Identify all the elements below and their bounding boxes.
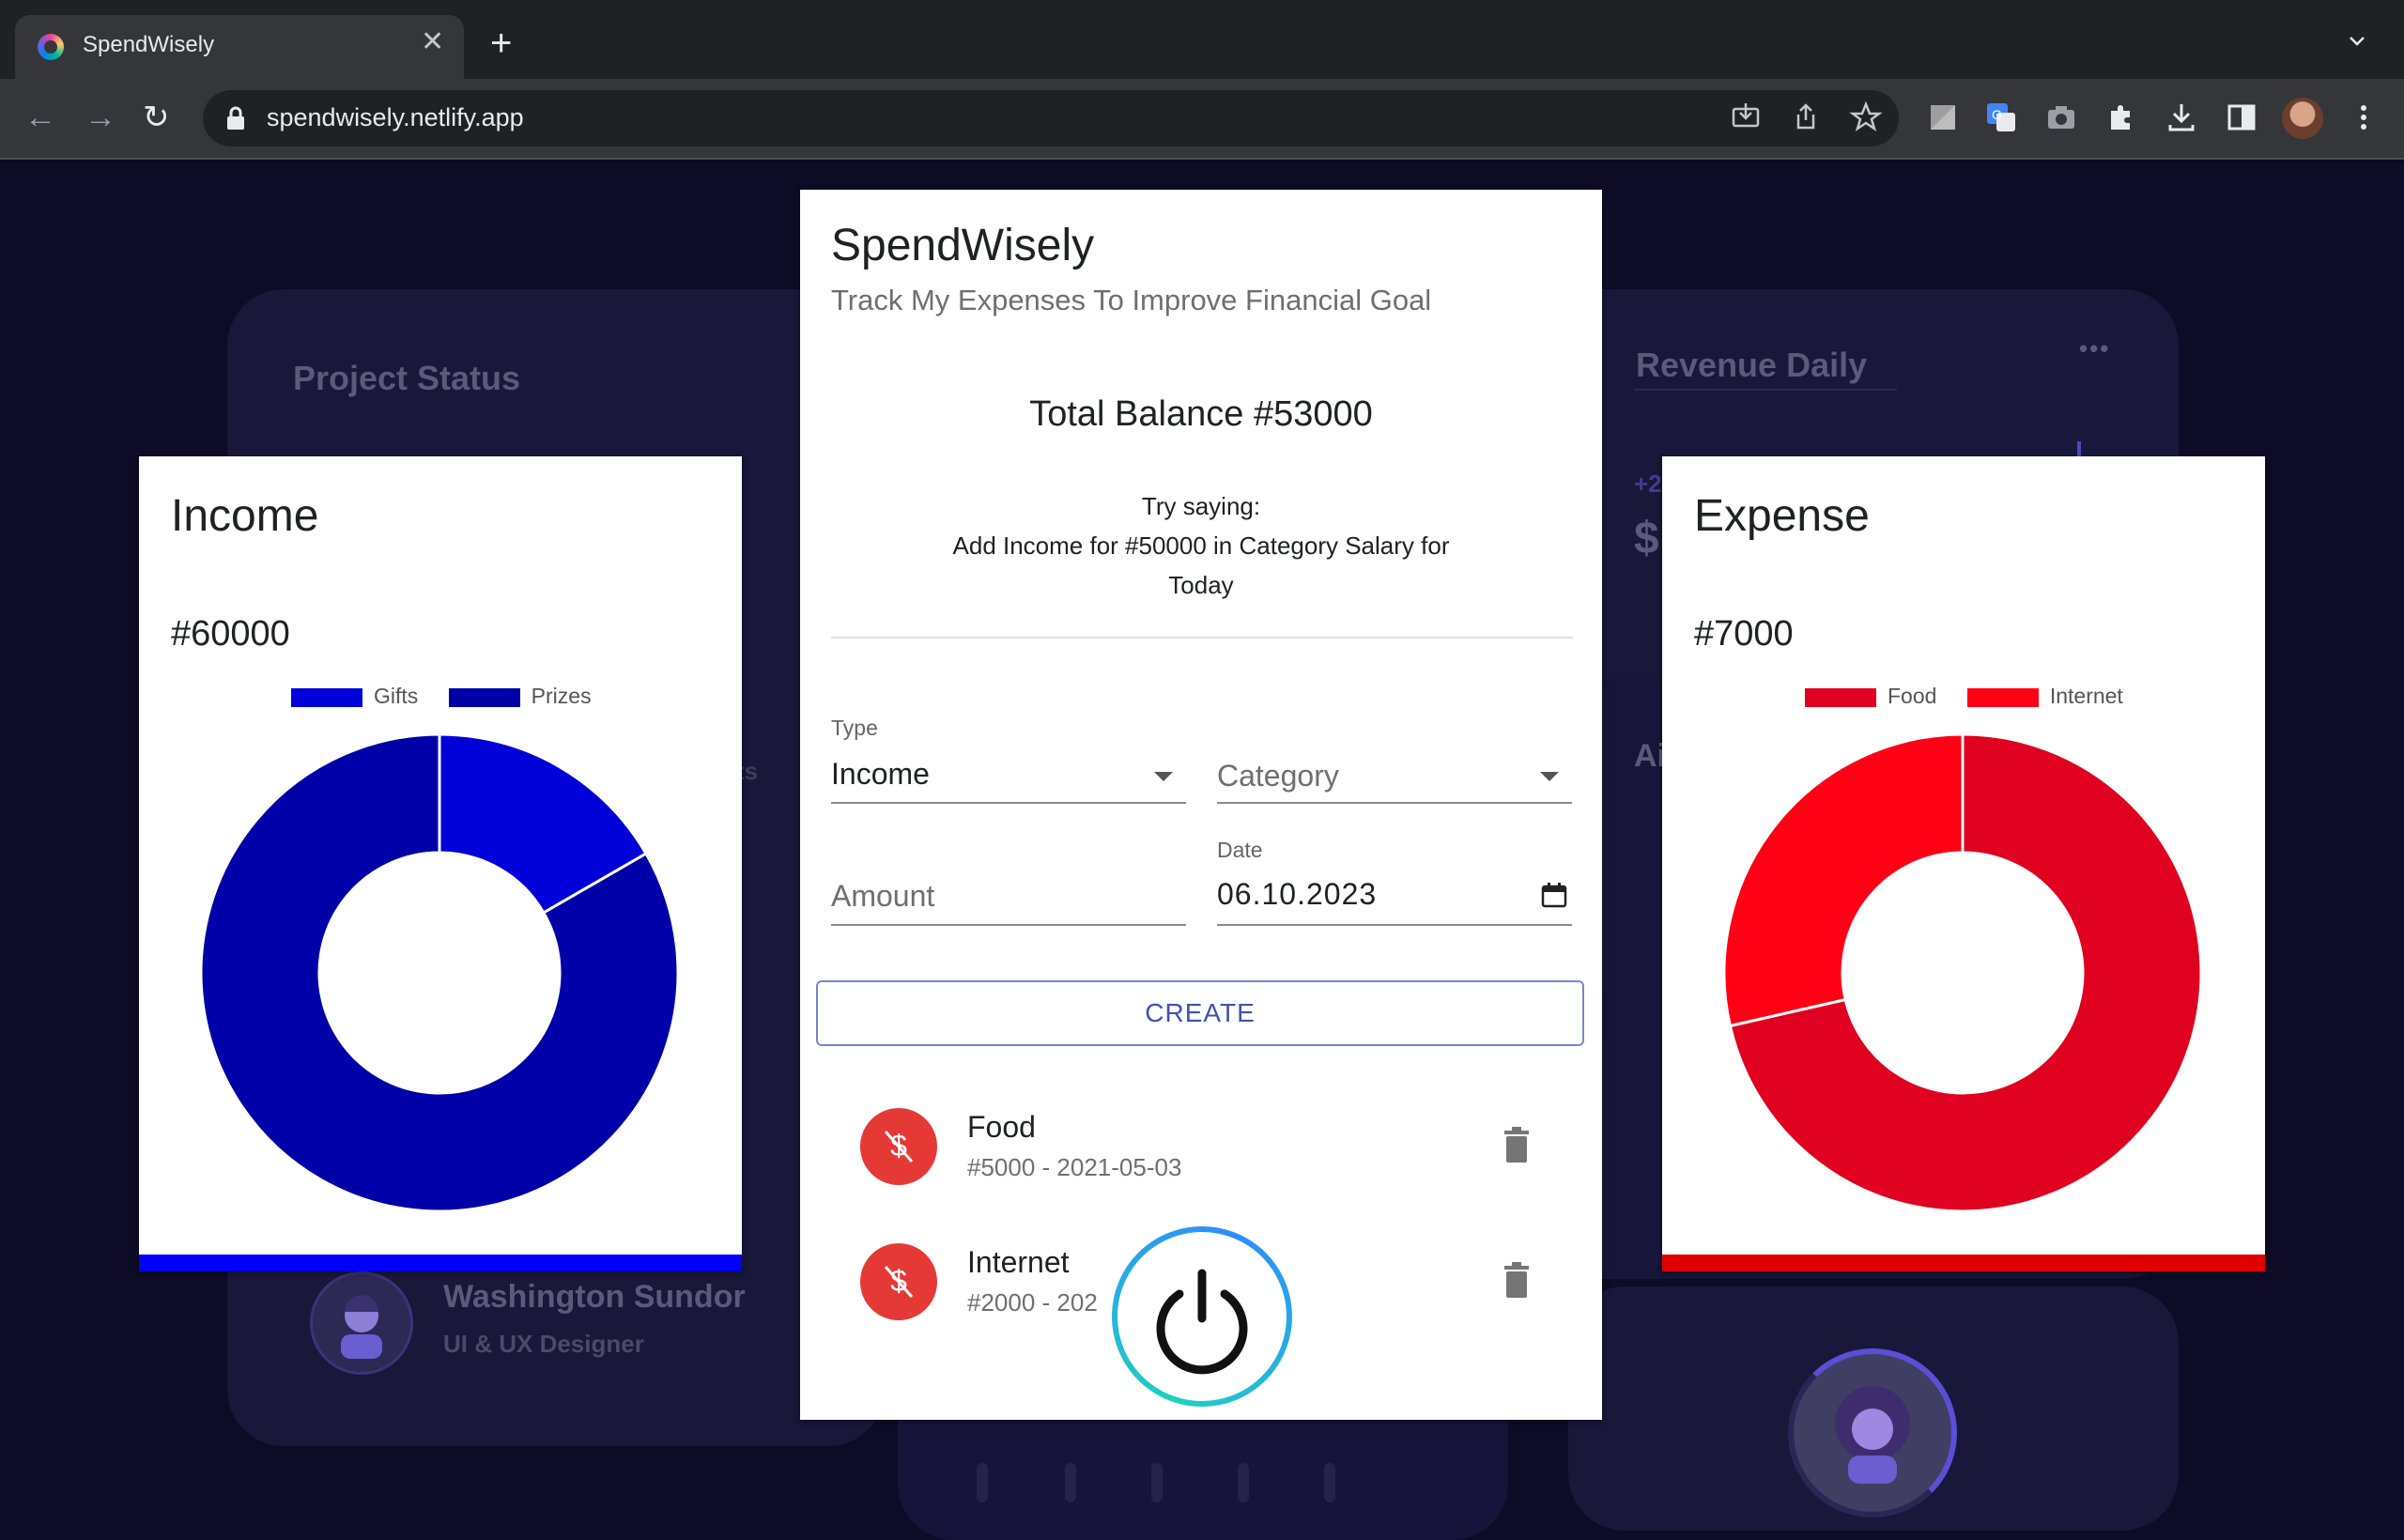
hint-line-1: Try saying: xyxy=(1141,492,1261,520)
more-menu-icon[interactable] xyxy=(2346,100,2381,135)
dollar-off-icon: $ xyxy=(884,1129,914,1163)
voice-power-button[interactable] xyxy=(1112,1226,1292,1407)
legend-swatch-prizes xyxy=(448,687,520,707)
legend-label-food[interactable]: Food xyxy=(1888,684,1936,708)
legend-label-internet[interactable]: Internet xyxy=(2050,684,2123,708)
money-off-icon: $ xyxy=(860,1243,937,1320)
bg-partial-plus: +2 xyxy=(1634,470,1662,498)
income-legend: Gifts Prizes xyxy=(291,684,592,709)
app-title: SpendWisely xyxy=(831,221,1095,270)
transaction-title: Internet xyxy=(967,1245,1070,1279)
chevron-down-icon[interactable] xyxy=(1154,772,1173,781)
income-doughnut-chart xyxy=(199,732,680,1213)
bg-bars xyxy=(977,1454,1446,1502)
expense-legend: Food Internet xyxy=(1805,684,2123,709)
expense-card: Expense #7000 Food Internet xyxy=(1662,456,2265,1271)
type-value[interactable]: Income xyxy=(831,757,930,792)
bg-more-icon: ••• xyxy=(2079,334,2111,362)
favicon-icon xyxy=(38,34,64,60)
transaction-subtitle: #5000 - 2021-05-03 xyxy=(967,1153,1182,1181)
hint-line-3: Today xyxy=(1168,571,1234,599)
bg-person-role: UI & UX Designer xyxy=(443,1330,644,1358)
bg-ring-avatar xyxy=(1788,1348,1957,1517)
legend-swatch-food xyxy=(1805,687,1876,707)
bg-partial-ai: Ai xyxy=(1634,738,1666,774)
bg-person-name: Washington Sundor xyxy=(443,1279,746,1315)
side-panel-icon[interactable] xyxy=(2224,100,2259,135)
share-icon[interactable] xyxy=(1788,100,1824,135)
expense-doughnut-chart xyxy=(1722,732,2203,1213)
bg-partial-dollar: $ xyxy=(1634,514,1659,563)
transaction-title: Food xyxy=(967,1110,1036,1144)
category-underline xyxy=(1217,802,1572,804)
date-label: Date xyxy=(1217,838,1263,862)
legend-swatch-internet xyxy=(1966,687,2039,707)
camera-icon[interactable] xyxy=(2043,100,2079,135)
expense-title: Expense xyxy=(1694,491,1870,541)
power-button-face[interactable] xyxy=(1117,1232,1287,1401)
person-curly-icon xyxy=(1835,1386,1910,1484)
date-field[interactable]: Date 06.10.2023 xyxy=(1217,836,1572,930)
forward-button[interactable]: → xyxy=(85,101,116,133)
install-app-icon[interactable] xyxy=(1728,100,1764,135)
list-item[interactable]: $ Food #5000 - 2021-05-03 xyxy=(832,1089,1564,1202)
bg-project-status-title: Project Status xyxy=(293,359,521,397)
type-underline xyxy=(831,802,1186,804)
income-amount: #60000 xyxy=(171,614,290,654)
delete-icon[interactable] xyxy=(1501,1262,1533,1300)
create-button[interactable]: CREATE xyxy=(816,980,1584,1046)
profile-avatar[interactable] xyxy=(2282,98,2323,139)
date-underline xyxy=(1217,924,1572,926)
money-off-icon: $ xyxy=(860,1108,937,1185)
toolbar-divider xyxy=(0,158,2404,160)
tab-search-chevron-icon[interactable] xyxy=(2348,32,2366,51)
legend-label-gifts[interactable]: Gifts xyxy=(374,684,418,708)
legend-swatch-gifts xyxy=(291,687,362,707)
translate-icon[interactable]: G xyxy=(1983,100,2019,135)
bg-person-avatar xyxy=(310,1271,413,1375)
back-button[interactable]: ← xyxy=(24,101,56,133)
income-card: Income #60000 Gifts Prizes xyxy=(139,456,742,1271)
total-balance: Total Balance #53000 xyxy=(1029,394,1373,434)
amount-placeholder[interactable]: Amount xyxy=(831,879,934,914)
url-text[interactable]: spendwisely.netlify.app xyxy=(267,103,524,132)
date-value[interactable]: 06.10.2023 xyxy=(1217,877,1377,912)
dollar-off-icon: $ xyxy=(884,1264,914,1298)
person-icon xyxy=(341,1295,382,1359)
chevron-down-icon[interactable] xyxy=(1540,772,1559,781)
voice-hint: Try saying: Add Income for #50000 in Cat… xyxy=(800,486,1602,605)
svg-text:G: G xyxy=(1992,107,2002,122)
expense-amount: #7000 xyxy=(1694,614,1794,654)
bg-revenue-daily-title: Revenue Daily xyxy=(1636,346,1868,384)
legend-label-prizes[interactable]: Prizes xyxy=(532,684,592,708)
category-placeholder[interactable]: Category xyxy=(1217,759,1339,793)
extensions-puzzle-icon[interactable] xyxy=(2104,100,2139,135)
app-subtitle: Track My Expenses To Improve Financial G… xyxy=(831,284,1432,316)
amount-field[interactable]: Amount xyxy=(831,836,1186,930)
tab-title: SpendWisely xyxy=(83,32,215,57)
amount-underline xyxy=(831,924,1186,926)
category-select[interactable]: Category xyxy=(1217,716,1572,809)
transaction-subtitle: #2000 - 202 xyxy=(967,1288,1098,1317)
type-select[interactable]: Type Income xyxy=(831,716,1186,809)
extension-gray-icon[interactable] xyxy=(1925,100,1961,135)
delete-icon[interactable] xyxy=(1501,1127,1533,1164)
main-divider xyxy=(831,637,1573,639)
expense-slice-internet[interactable] xyxy=(1722,732,1965,1028)
income-accent-bar xyxy=(139,1255,742,1271)
bg-divider xyxy=(1634,389,1897,391)
new-tab-button[interactable]: + xyxy=(490,24,512,62)
reload-button[interactable]: ↻ xyxy=(143,101,170,133)
downloads-icon[interactable] xyxy=(2164,100,2199,135)
hint-line-2: Add Income for #50000 in Category Salary… xyxy=(952,531,1450,560)
expense-accent-bar xyxy=(1662,1255,2265,1271)
power-icon[interactable] xyxy=(1117,1232,1287,1401)
income-title: Income xyxy=(171,491,319,541)
type-label: Type xyxy=(831,716,878,740)
calendar-icon[interactable] xyxy=(1540,881,1568,909)
lock-icon[interactable] xyxy=(225,105,246,131)
bookmark-star-icon[interactable] xyxy=(1848,100,1884,135)
bg-bars-graphic xyxy=(977,1463,1335,1502)
close-tab-icon[interactable]: ✕ xyxy=(421,28,444,56)
